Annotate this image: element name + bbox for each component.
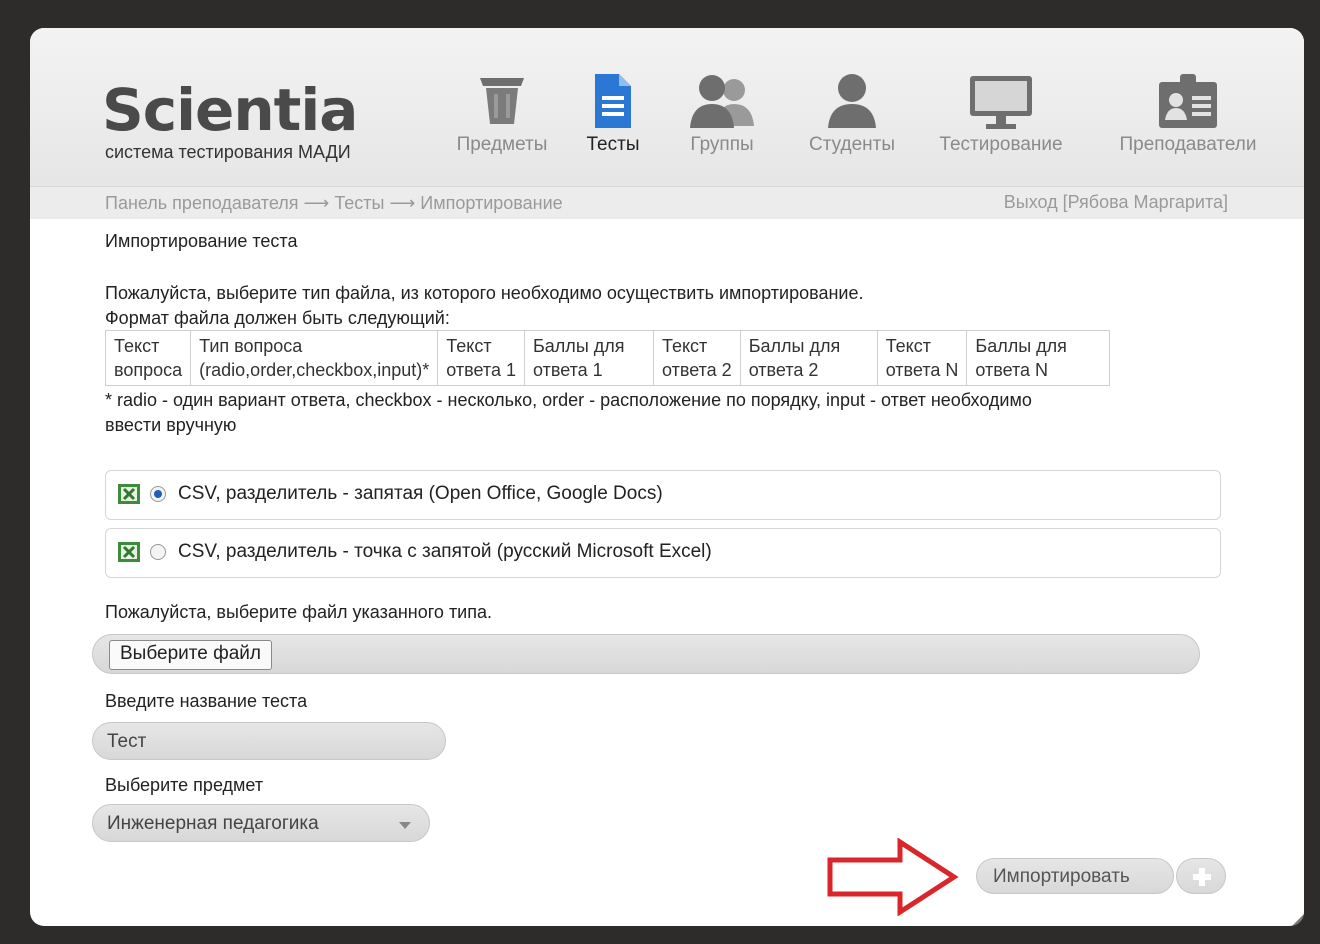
table-cell: Баллы для ответа 2 (739, 330, 878, 386)
id-badge-icon (1159, 74, 1217, 128)
nav-label: Группы (690, 134, 754, 155)
table-cell: Текст ответа 2 (652, 330, 741, 386)
trash-bin-icon (480, 78, 524, 124)
import-button[interactable]: Импортировать (976, 858, 1174, 894)
breadcrumb-bar: Панель преподавателя ⟶ Тесты ⟶ Импортиро… (30, 186, 1304, 219)
nav-item-students[interactable]: Студенты (796, 70, 908, 156)
excel-icon (118, 542, 140, 562)
format-intro: Формат файла должен быть следующий: (105, 308, 450, 328)
users-group-icon (690, 75, 754, 128)
subject-value: Инженерная педагогика (107, 813, 319, 834)
chevron-down-icon (399, 822, 411, 829)
table-cell: Текст вопроса (104, 330, 192, 386)
header: Scientia система тестирования МАДИ Предм… (30, 28, 1304, 186)
resize-grip-icon[interactable] (1292, 914, 1304, 926)
nav-label: Тесты (586, 134, 640, 155)
file-prompt: Пожалуйста, выберите файл указанного тип… (105, 602, 492, 622)
nav-item-testing[interactable]: Тестирование (928, 70, 1074, 156)
file-type-option-comma[interactable]: CSV, разделитель - запятая (Open Office,… (105, 470, 1221, 520)
subject-label: Выберите предмет (105, 775, 264, 795)
monitor-icon (970, 76, 1032, 129)
option-label: CSV, разделитель - точка с запятой (русс… (178, 541, 712, 562)
table-cell: Текст ответа 1 (437, 330, 525, 386)
nav-label: Предметы (456, 134, 548, 155)
test-name-value: Тест (107, 731, 147, 752)
nav-item-groups[interactable]: Группы (670, 70, 774, 156)
import-add-button[interactable] (1176, 858, 1226, 894)
table-cell: Баллы для ответа 1 (523, 330, 654, 386)
plus-icon (1193, 868, 1211, 886)
file-type-option-semicolon[interactable]: CSV, разделитель - точка с запятой (русс… (105, 528, 1221, 578)
test-name-input[interactable]: Тест (92, 722, 446, 760)
table-cell: Баллы для ответа N (966, 330, 1111, 386)
document-icon (595, 74, 631, 128)
logo-subtitle: система тестирования МАДИ (105, 142, 351, 162)
test-name-label: Введите название теста (105, 691, 308, 711)
file-input-field[interactable]: Выберите файл (92, 634, 1200, 674)
nav-label: Преподаватели (1119, 134, 1257, 155)
user-icon (828, 74, 876, 128)
nav-item-teachers[interactable]: Преподаватели (1104, 70, 1272, 156)
nav-label: Студенты (808, 134, 895, 155)
table-row: Текст вопроса Тип вопроса (radio,order,che… (104, 330, 1111, 386)
app-window: Scientia система тестирования МАДИ Предм… (30, 28, 1304, 926)
footnote-line1: * radio - один вариант ответа, checkbox … (105, 390, 1032, 410)
table-cell: Текст ответа N (876, 330, 968, 386)
radio-semicolon[interactable] (150, 544, 166, 560)
footnote-line2: ввести вручную (105, 415, 237, 435)
logout-link[interactable]: Выход [Рябова Маргарита] (1004, 192, 1228, 213)
table-cell: Тип вопроса (radio,order,checkbox,input)* (190, 330, 439, 386)
nav-label: Тестирование (939, 134, 1063, 155)
nav-item-subjects[interactable]: Предметы (440, 70, 564, 156)
import-button-group: Импортировать (976, 858, 1228, 894)
breadcrumb[interactable]: Панель преподавателя ⟶ Тесты ⟶ Импортиро… (105, 193, 563, 214)
option-label: CSV, разделитель - запятая (Open Office,… (178, 483, 663, 504)
excel-icon (118, 484, 140, 504)
logo: Scientia (102, 76, 358, 144)
import-label: Импортировать (993, 866, 1130, 887)
subject-select[interactable]: Инженерная педагогика (92, 804, 430, 842)
intro-text: Пожалуйста, выберите тип файла, из котор… (105, 283, 864, 303)
choose-file-button[interactable]: Выберите файл (109, 640, 272, 670)
red-arrow-annotation (827, 838, 959, 916)
page-title: Импортирование теста (105, 231, 298, 251)
radio-comma[interactable] (150, 486, 166, 502)
format-table: Текст вопроса Тип вопроса (radio,order,che… (104, 330, 1111, 386)
nav-item-tests[interactable]: Тесты (570, 70, 656, 156)
